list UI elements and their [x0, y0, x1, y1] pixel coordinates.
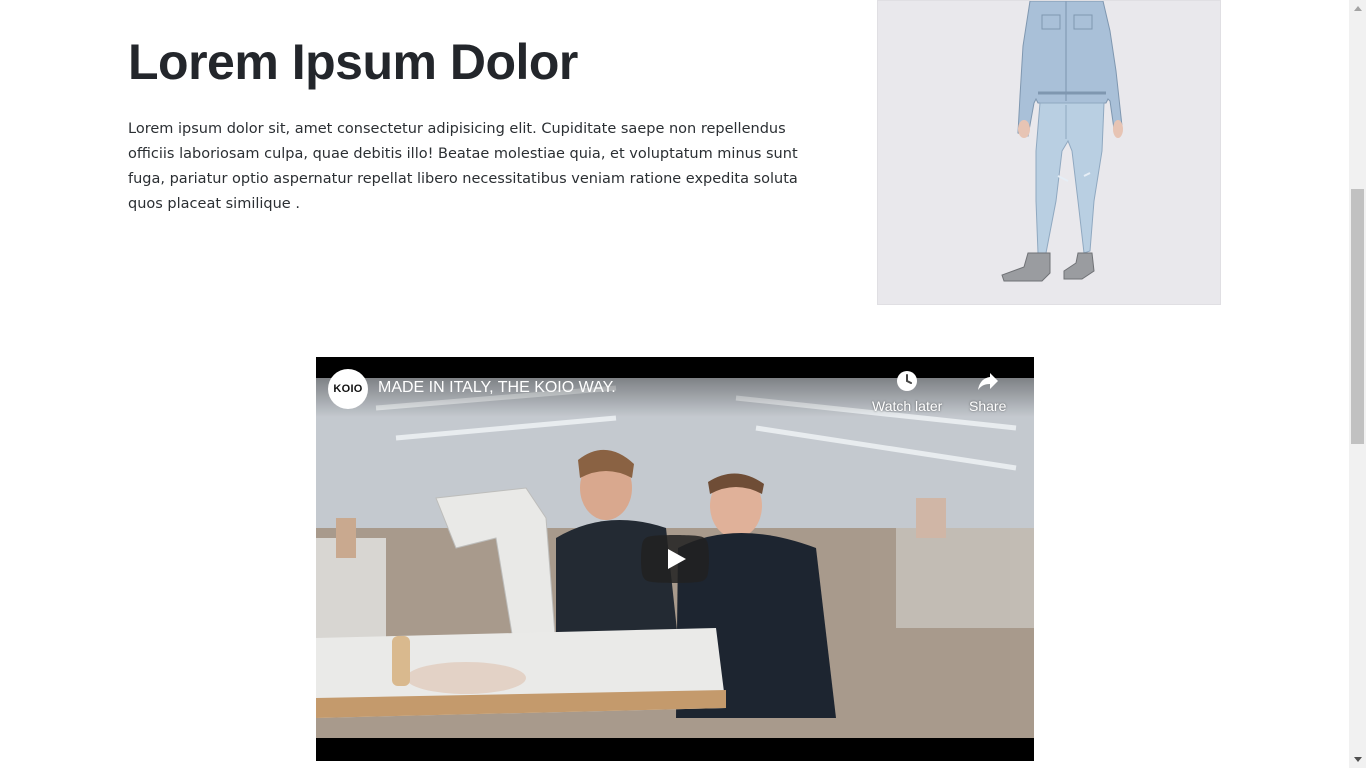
- section-title: Lorem Ipsum Dolor: [128, 34, 578, 90]
- share-arrow-icon: [977, 373, 998, 390]
- watch-later-label: Watch later: [872, 398, 943, 414]
- scroll-up-arrow-icon[interactable]: [1349, 0, 1366, 17]
- vertical-scrollbar[interactable]: [1349, 0, 1366, 768]
- channel-logo[interactable]: KOIO: [328, 369, 368, 409]
- scrollbar-thumb[interactable]: [1351, 189, 1364, 445]
- share-label: Share: [969, 398, 1007, 414]
- play-button[interactable]: [641, 535, 709, 583]
- clock-icon: [897, 371, 918, 391]
- video-player[interactable]: KOIO MADE IN ITALY, THE KOIO WAY. Watch …: [316, 357, 1034, 761]
- model-denim-figure: [1001, 1, 1123, 282]
- share-button[interactable]: Share: [969, 369, 1006, 414]
- video-title[interactable]: MADE IN ITALY, THE KOIO WAY.: [378, 379, 616, 397]
- section-body-text: Lorem ipsum dolor sit, amet consectetur …: [128, 121, 798, 212]
- watch-later-button[interactable]: Watch later: [872, 369, 942, 414]
- product-image: [877, 0, 1221, 305]
- page-content: Lorem Ipsum Dolor Lorem ipsum dolor sit,…: [0, 0, 1349, 768]
- scroll-down-arrow-icon[interactable]: [1349, 751, 1366, 768]
